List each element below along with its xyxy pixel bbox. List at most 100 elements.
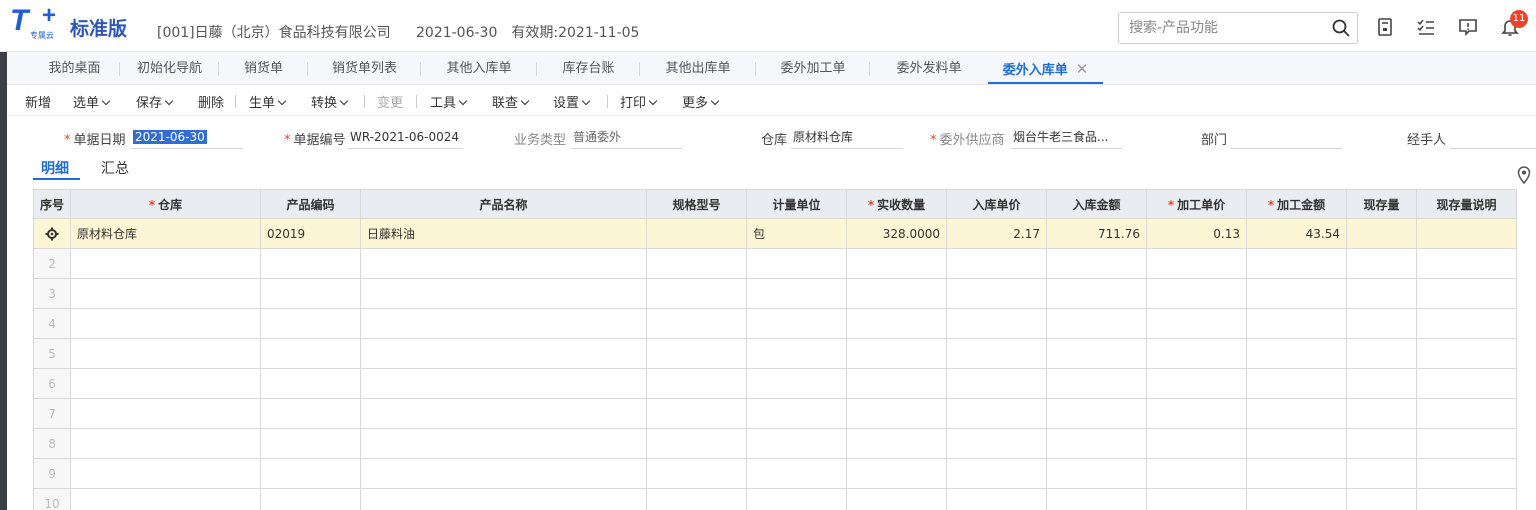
column-header[interactable]: * 仓库 — [70, 189, 262, 219]
convert-button[interactable]: 转换 — [311, 92, 349, 111]
grid-cell[interactable] — [70, 338, 262, 369]
cell-spec[interactable] — [646, 218, 748, 249]
tab-sales-order-list[interactable]: 销货单列表 — [308, 52, 421, 84]
grid-cell[interactable] — [1146, 308, 1248, 339]
save-button[interactable]: 保存 — [136, 92, 174, 111]
table-row[interactable]: 3 — [32, 278, 1518, 309]
grid-cell[interactable] — [1416, 458, 1518, 489]
tab-sales-order[interactable]: 销货单 — [219, 52, 308, 84]
tab-outsourcing-issue[interactable]: 委外发料单 — [870, 52, 988, 84]
grid-cell[interactable] — [1416, 338, 1518, 369]
select-button[interactable]: 选单 — [73, 92, 111, 111]
grid-cell[interactable] — [1416, 368, 1518, 399]
grid-cell[interactable] — [70, 248, 262, 279]
grid-cell[interactable] — [846, 428, 948, 459]
tab-other-outbound[interactable]: 其他出库单 — [640, 52, 756, 84]
grid-cell[interactable] — [1046, 278, 1148, 309]
grid-cell[interactable] — [360, 368, 648, 399]
grid-cell[interactable] — [1416, 428, 1518, 459]
grid-cell[interactable] — [846, 338, 948, 369]
table-row[interactable]: 5 — [32, 338, 1518, 369]
table-row[interactable]: 6 — [32, 368, 1518, 399]
grid-cell[interactable] — [646, 338, 748, 369]
cell-received-qty[interactable]: 328.0000 — [846, 218, 948, 249]
settings-button[interactable]: 设置 — [553, 92, 591, 111]
number-field[interactable]: WR-2021-06-0024 — [348, 127, 463, 149]
grid-cell[interactable] — [1246, 398, 1348, 429]
grid-cell[interactable] — [260, 308, 362, 339]
grid-cell[interactable] — [1146, 368, 1248, 399]
column-header[interactable]: * 实收数量 — [846, 189, 948, 219]
grid-cell[interactable] — [646, 308, 748, 339]
grid-cell[interactable] — [846, 368, 948, 399]
grid-cell[interactable] — [1046, 308, 1148, 339]
grid-cell[interactable] — [1346, 278, 1418, 309]
cell-stock[interactable] — [1346, 218, 1418, 249]
new-button[interactable]: 新增 — [25, 92, 51, 111]
notification-badge[interactable]: 11 — [1510, 10, 1528, 28]
print-button[interactable]: 打印 — [620, 92, 658, 111]
column-header[interactable]: 序号 — [32, 189, 72, 219]
search-input[interactable] — [1119, 13, 1329, 43]
supplier-field[interactable]: 烟台牛老三食品... — [1011, 127, 1122, 149]
table-row[interactable]: 4 — [32, 308, 1518, 339]
column-header[interactable]: 产品编码 — [260, 189, 362, 219]
grid-cell[interactable] — [70, 398, 262, 429]
grid-cell[interactable] — [746, 248, 848, 279]
column-header[interactable]: 入库单价 — [946, 189, 1048, 219]
grid-cell[interactable] — [846, 308, 948, 339]
grid-cell[interactable] — [1146, 278, 1248, 309]
grid-cell[interactable] — [360, 488, 648, 510]
grid-cell[interactable] — [360, 398, 648, 429]
grid-cell[interactable] — [1246, 368, 1348, 399]
grid-cell[interactable] — [70, 278, 262, 309]
grid-cell[interactable] — [1146, 428, 1248, 459]
grid-cell[interactable] — [746, 398, 848, 429]
grid-cell[interactable] — [260, 458, 362, 489]
subtab-summary[interactable]: 汇总 — [101, 158, 129, 178]
column-header[interactable]: 产品名称 — [360, 189, 648, 219]
grid-cell[interactable] — [646, 398, 748, 429]
column-header[interactable]: 现存量说明 — [1416, 189, 1518, 219]
column-header[interactable]: 现存量 — [1346, 189, 1418, 219]
grid-cell[interactable] — [946, 368, 1048, 399]
column-header[interactable]: 规格型号 — [646, 189, 748, 219]
table-row[interactable]: 8 — [32, 428, 1518, 459]
grid-cell[interactable] — [946, 278, 1048, 309]
grid-cell[interactable] — [260, 368, 362, 399]
grid-cell[interactable] — [1346, 308, 1418, 339]
gear-icon[interactable] — [45, 227, 59, 241]
grid-cell[interactable] — [946, 308, 1048, 339]
grid-cell[interactable] — [260, 248, 362, 279]
grid-cell[interactable] — [646, 428, 748, 459]
grid-cell[interactable] — [946, 428, 1048, 459]
grid-cell[interactable] — [1346, 398, 1418, 429]
grid-cell[interactable] — [1246, 488, 1348, 510]
grid-cell[interactable] — [846, 278, 948, 309]
grid-cell[interactable] — [1046, 488, 1148, 510]
grid-cell[interactable] — [1046, 248, 1148, 279]
grid-cell[interactable] — [946, 458, 1048, 489]
grid-cell[interactable] — [1246, 308, 1348, 339]
date-field[interactable]: 2021-06-30 — [131, 127, 243, 149]
grid-cell[interactable] — [646, 458, 748, 489]
cell-inbound-price[interactable]: 2.17 — [946, 218, 1048, 249]
department-field[interactable] — [1230, 127, 1342, 149]
grid-cell[interactable] — [260, 398, 362, 429]
grid-cell[interactable] — [1146, 458, 1248, 489]
grid-cell[interactable] — [946, 338, 1048, 369]
grid-cell[interactable] — [1246, 248, 1348, 279]
grid-cell[interactable] — [260, 428, 362, 459]
location-pin-icon[interactable] — [1516, 166, 1532, 184]
grid-cell[interactable] — [70, 428, 262, 459]
grid-cell[interactable] — [1146, 488, 1248, 510]
grid-cell[interactable] — [1416, 308, 1518, 339]
grid-cell[interactable] — [1346, 248, 1418, 279]
grid-cell[interactable] — [1346, 338, 1418, 369]
grid-cell[interactable] — [1416, 278, 1518, 309]
cell-processing-amount[interactable]: 43.54 — [1246, 218, 1348, 249]
grid-cell[interactable] — [260, 338, 362, 369]
grid-cell[interactable] — [646, 368, 748, 399]
grid-cell[interactable] — [746, 278, 848, 309]
grid-cell[interactable] — [1416, 488, 1518, 510]
